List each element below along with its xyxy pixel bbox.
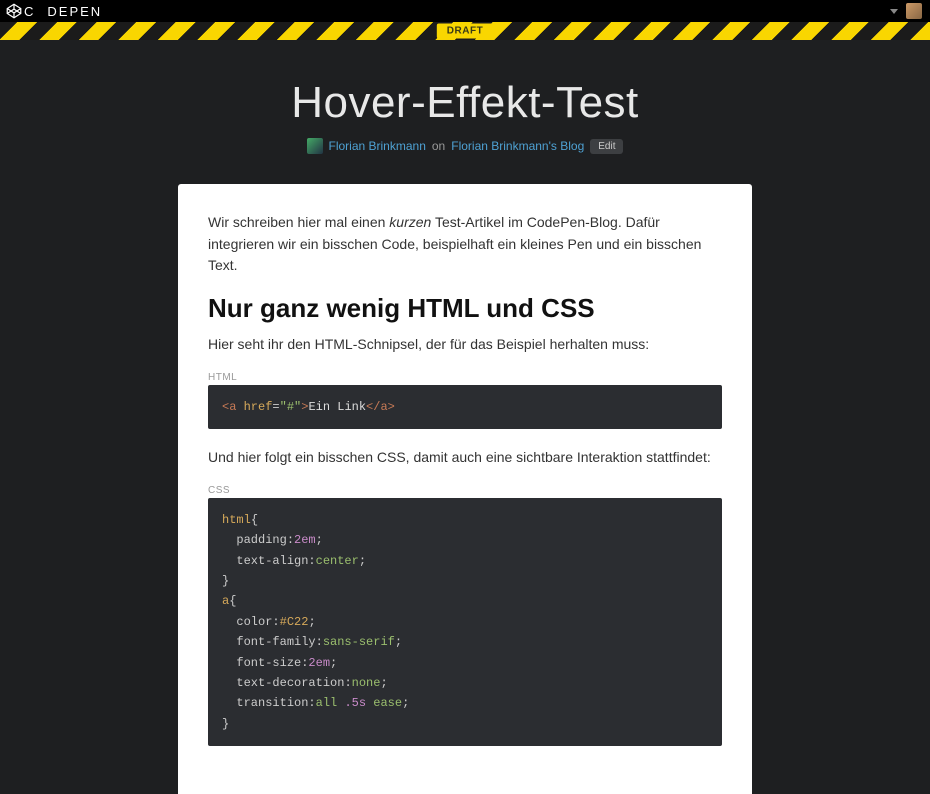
code-token: = [272, 400, 279, 414]
code-token: : [344, 676, 351, 690]
code-token: font-size [236, 656, 301, 670]
section-heading: Nur ganz wenig HTML und CSS [208, 293, 722, 324]
codepen-logo[interactable]: CDEPEN [6, 3, 102, 19]
code-token: 2em [308, 656, 330, 670]
code-token: ; [316, 533, 323, 547]
code-token: font-family [236, 635, 315, 649]
author-link[interactable]: Florian Brinkmann [329, 139, 426, 153]
code-token: ; [395, 635, 402, 649]
html-code-label: HTML [208, 372, 722, 383]
top-right-controls [890, 3, 922, 19]
code-token: ; [380, 676, 387, 690]
css-code-block: html{ padding:2em; text-align:center; } … [208, 498, 722, 746]
code-token: text-decoration [236, 676, 344, 690]
code-token: 2em [294, 533, 316, 547]
html-intro-text: Hier seht ihr den HTML-Schnipsel, der fü… [208, 334, 722, 356]
code-token: : [287, 533, 294, 547]
css-code-label: CSS [208, 485, 722, 496]
html-code-block: <a href="#">Ein Link</a> [208, 385, 722, 429]
code-token: : [308, 696, 315, 710]
post-header: Hover-Effekt-Test Florian Brinkmann on F… [0, 40, 930, 184]
byline: Florian Brinkmann on Florian Brinkmann's… [0, 138, 930, 154]
code-token: { [229, 594, 236, 608]
code-token: </a> [366, 400, 395, 414]
draft-bar: DRAFT [0, 22, 930, 40]
intro-em: kurzen [389, 214, 431, 230]
code-token: href [236, 400, 272, 414]
intro-prefix: Wir schreiben hier mal einen [208, 214, 389, 230]
code-token: } [222, 717, 229, 731]
intro-paragraph: Wir schreiben hier mal einen kurzen Test… [208, 212, 722, 277]
code-token: : [301, 656, 308, 670]
code-token: color [236, 615, 272, 629]
code-token: { [251, 513, 258, 527]
code-token: : [308, 554, 315, 568]
code-token: padding [236, 533, 286, 547]
code-token: ; [308, 615, 315, 629]
code-token: ; [402, 696, 409, 710]
byline-on: on [432, 139, 445, 153]
code-token: ; [330, 656, 337, 670]
code-token: text-align [236, 554, 308, 568]
code-token: all [316, 696, 338, 710]
draft-badge: DRAFT [437, 24, 493, 39]
top-bar: CDEPEN [0, 0, 930, 22]
code-token: transition [236, 696, 308, 710]
code-token [337, 696, 344, 710]
code-token: Ein Link [308, 400, 366, 414]
code-token: <a [222, 400, 236, 414]
code-token: .5s [344, 696, 366, 710]
code-token: center [316, 554, 359, 568]
user-avatar[interactable] [906, 3, 922, 19]
code-token: "#" [280, 400, 302, 414]
edit-button[interactable]: Edit [590, 139, 623, 154]
code-token: : [316, 635, 323, 649]
article-body: Wir schreiben hier mal einen kurzen Test… [178, 184, 752, 794]
code-token: ; [359, 554, 366, 568]
code-token: ease [373, 696, 402, 710]
brand-text: CDEPEN [24, 4, 102, 19]
code-token: #C22 [280, 615, 309, 629]
code-token: html [222, 513, 251, 527]
dropdown-caret-icon[interactable] [890, 9, 898, 14]
css-intro-text: Und hier folgt ein bisschen CSS, damit a… [208, 447, 722, 469]
post-title: Hover-Effekt-Test [0, 78, 930, 128]
code-token: } [222, 574, 229, 588]
code-token: none [352, 676, 381, 690]
author-avatar[interactable] [307, 138, 323, 154]
code-token: : [272, 615, 279, 629]
code-token: sans-serif [323, 635, 395, 649]
code-token [366, 696, 373, 710]
codepen-icon [6, 3, 22, 19]
blog-link[interactable]: Florian Brinkmann's Blog [451, 139, 584, 153]
